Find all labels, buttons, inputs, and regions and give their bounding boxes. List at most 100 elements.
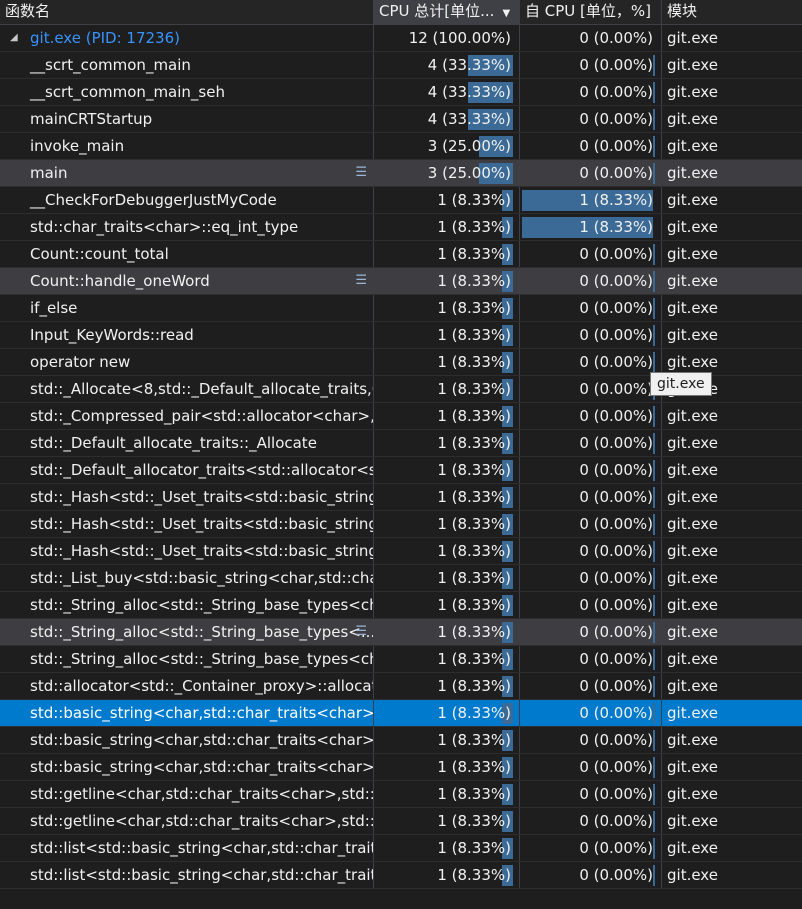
function-name-cell[interactable]: __scrt_common_main_seh <box>0 79 374 105</box>
table-row[interactable]: std::getline<char,std::char_traits<char>… <box>0 808 802 835</box>
function-name: std::_String_alloc<std::_String_base_typ… <box>30 596 374 614</box>
function-name-cell[interactable]: Count::handle_oneWord ☰ <box>0 268 374 294</box>
table-row[interactable]: std::_Hash<std::_Uset_traits<std::basic_… <box>0 538 802 565</box>
table-row[interactable]: __scrt_common_main 4 (33.33%) 0 (0.00%) git… <box>0 52 802 79</box>
function-name-cell[interactable]: std::list<std::basic_string<char,std::ch… <box>0 835 374 861</box>
table-row[interactable]: main ☰ 3 (25.00%) 0 (0.00%) git.exe <box>0 160 802 187</box>
function-name-cell[interactable]: std::_String_alloc<std::_String_base_typ… <box>0 592 374 618</box>
view-source-icon[interactable]: ☰ <box>355 160 367 186</box>
table-row[interactable]: std::_String_alloc<std::_String_base_typ… <box>0 619 802 646</box>
table-row[interactable]: if_else 1 (8.33%) 0 (0.00%) git.exe <box>0 295 802 322</box>
table-row[interactable]: std::list<std::basic_string<char,std::ch… <box>0 835 802 862</box>
function-name-cell[interactable]: std::allocator<std::_Container_proxy>::a… <box>0 673 374 699</box>
self-cpu-bar <box>653 460 655 481</box>
function-name: __scrt_common_main <box>30 56 191 74</box>
function-name-cell[interactable]: std::list<std::basic_string<char,std::ch… <box>0 862 374 888</box>
table-row[interactable]: __CheckForDebuggerJustMyCode 1 (8.33%) 1 (… <box>0 187 802 214</box>
table-row[interactable]: std::basic_string<char,std::char_traits<… <box>0 727 802 754</box>
function-name-cell[interactable]: if_else <box>0 295 374 321</box>
function-name-cell[interactable]: std::getline<char,std::char_traits<char>… <box>0 808 374 834</box>
table-row[interactable]: std::_String_alloc<std::_String_base_typ… <box>0 592 802 619</box>
function-name-cell[interactable]: std::_Compressed_pair<std::allocator<cha… <box>0 403 374 429</box>
function-name-cell[interactable]: ◢ git.exe (PID: 17236) <box>0 25 374 51</box>
table-row[interactable]: Input_KeyWords::read 1 (8.33%) 0 (0.00%) gi… <box>0 322 802 349</box>
self-cpu-value: 0 (0.00%) <box>579 326 653 344</box>
column-header-function-name[interactable]: 函数名 <box>0 0 374 24</box>
cpu-total-value: 1 (8.33%) <box>437 299 511 317</box>
cpu-total-value: 1 (8.33%) <box>437 650 511 668</box>
module-cell: git.exe <box>667 83 718 101</box>
table-row[interactable]: std::getline<char,std::char_traits<char>… <box>0 781 802 808</box>
module-cell: git.exe <box>667 29 718 47</box>
function-name-cell[interactable]: std::_Default_allocate_traits::_Allocate <box>0 430 374 456</box>
function-name-cell[interactable]: std::_Hash<std::_Uset_traits<std::basic_… <box>0 538 374 564</box>
table-row[interactable]: std::basic_string<char,std::char_traits<… <box>0 754 802 781</box>
function-name-cell[interactable]: std::_String_alloc<std::_String_base_typ… <box>0 646 374 672</box>
function-name-cell[interactable]: std::getline<char,std::char_traits<char>… <box>0 781 374 807</box>
self-cpu-value: 1 (8.33%) <box>579 218 653 236</box>
module-cell: git.exe <box>667 434 718 452</box>
table-row[interactable]: mainCRTStartup 4 (33.33%) 0 (0.00%) git.exe <box>0 106 802 133</box>
table-row[interactable]: std::_Hash<std::_Uset_traits<std::basic_… <box>0 484 802 511</box>
self-cpu-bar <box>653 838 655 859</box>
cpu-total-value: 1 (8.33%) <box>437 812 511 830</box>
module-cell: git.exe <box>667 812 718 830</box>
function-name-cell[interactable]: std::_String_alloc<std::_String_base_typ… <box>0 619 374 645</box>
table-row[interactable]: invoke_main 3 (25.00%) 0 (0.00%) git.exe <box>0 133 802 160</box>
cpu-total-cell: 1 (8.33%) <box>374 268 520 294</box>
function-name-cell[interactable]: __scrt_common_main <box>0 52 374 78</box>
table-row[interactable]: std::basic_string<char,std::char_traits<… <box>0 700 802 727</box>
table-row[interactable]: __scrt_common_main_seh 4 (33.33%) 0 (0.00%… <box>0 79 802 106</box>
function-name-cell[interactable]: mainCRTStartup <box>0 106 374 132</box>
function-name-cell[interactable]: std::char_traits<char>::eq_int_type <box>0 214 374 240</box>
view-source-icon[interactable]: ☰ <box>355 619 367 645</box>
cpu-total-cell: 1 (8.33%) <box>374 727 520 753</box>
table-row[interactable]: Count::count_total 1 (8.33%) 0 (0.00%) git.… <box>0 241 802 268</box>
cpu-total-cell: 12 (100.00%) <box>374 25 520 51</box>
table-row[interactable]: Count::handle_oneWord ☰ 1 (8.33%) 0 (0.00%)… <box>0 268 802 295</box>
self-cpu-bar <box>653 244 655 265</box>
table-row[interactable]: std::_Hash<std::_Uset_traits<std::basic_… <box>0 511 802 538</box>
cpu-total-value: 1 (8.33%) <box>437 461 511 479</box>
table-row[interactable]: std::_String_alloc<std::_String_base_typ… <box>0 646 802 673</box>
function-name-cell[interactable]: std::_Hash<std::_Uset_traits<std::basic_… <box>0 484 374 510</box>
table-row[interactable]: std::list<std::basic_string<char,std::ch… <box>0 862 802 889</box>
function-name-cell[interactable]: std::basic_string<char,std::char_traits<… <box>0 700 374 726</box>
self-cpu-cell: 0 (0.00%) <box>520 619 662 645</box>
cpu-total-value: 1 (8.33%) <box>437 380 511 398</box>
function-name-cell[interactable]: __CheckForDebuggerJustMyCode <box>0 187 374 213</box>
table-row[interactable]: std::char_traits<char>::eq_int_type 1 (8.… <box>0 214 802 241</box>
function-name-cell[interactable]: operator new <box>0 349 374 375</box>
self-cpu-value: 0 (0.00%) <box>579 380 653 398</box>
function-name-cell[interactable]: std::_Default_allocator_traits<std::allo… <box>0 457 374 483</box>
table-row[interactable]: std::_Compressed_pair<std::allocator<cha… <box>0 403 802 430</box>
function-name-cell[interactable]: std::_Hash<std::_Uset_traits<std::basic_… <box>0 511 374 537</box>
function-name-cell[interactable]: Input_KeyWords::read <box>0 322 374 348</box>
cpu-total-value: 1 (8.33%) <box>437 326 511 344</box>
column-header-self-cpu[interactable]: 自 CPU [单位，%] <box>520 0 662 24</box>
self-cpu-bar <box>653 433 655 454</box>
column-header-module[interactable]: 模块 <box>662 0 802 24</box>
function-name-cell[interactable]: std::_List_buy<std::basic_string<char,st… <box>0 565 374 591</box>
function-name-cell[interactable]: Count::count_total <box>0 241 374 267</box>
self-cpu-cell: 0 (0.00%) <box>520 25 662 51</box>
self-cpu-value: 0 (0.00%) <box>579 704 653 722</box>
cpu-total-cell: 1 (8.33%) <box>374 754 520 780</box>
function-name-cell[interactable]: std::basic_string<char,std::char_traits<… <box>0 754 374 780</box>
self-cpu-value: 0 (0.00%) <box>579 785 653 803</box>
tree-root-row[interactable]: ◢ git.exe (PID: 17236) 12 (100.00%) 0 (0.00… <box>0 25 802 52</box>
view-source-icon[interactable]: ☰ <box>355 268 367 294</box>
self-cpu-value: 0 (0.00%) <box>579 272 653 290</box>
table-row[interactable]: std::_Default_allocate_traits::_Allocate… <box>0 430 802 457</box>
function-name-cell[interactable]: std::basic_string<char,std::char_traits<… <box>0 727 374 753</box>
function-name-cell[interactable]: invoke_main <box>0 133 374 159</box>
table-row[interactable]: std::_List_buy<std::basic_string<char,st… <box>0 565 802 592</box>
self-cpu-value: 0 (0.00%) <box>579 515 653 533</box>
collapse-triangle-icon[interactable]: ◢ <box>10 25 18 51</box>
table-row[interactable]: std::_Default_allocator_traits<std::allo… <box>0 457 802 484</box>
function-name-cell[interactable]: main ☰ <box>0 160 374 186</box>
column-header-cpu-total[interactable]: CPU 总计[单位... ▼ <box>374 0 520 24</box>
cpu-total-value: 1 (8.33%) <box>437 542 511 560</box>
function-name-cell[interactable]: std::_Allocate<8,std::_Default_allocate_… <box>0 376 374 402</box>
table-row[interactable]: std::allocator<std::_Container_proxy>::a… <box>0 673 802 700</box>
